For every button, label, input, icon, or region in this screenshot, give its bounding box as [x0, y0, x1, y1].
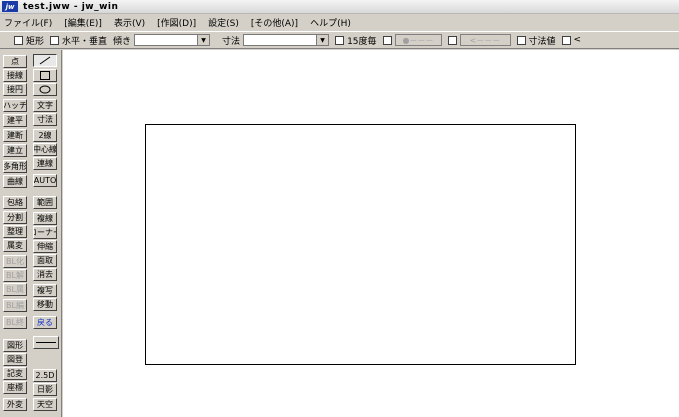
- angle-combo[interactable]: ▼: [134, 34, 211, 46]
- tool-external-change[interactable]: 外変: [3, 398, 27, 411]
- circle-icon: [39, 85, 51, 94]
- tool-copy[interactable]: 複写: [33, 284, 57, 297]
- chevron-down-icon[interactable]: ▼: [197, 35, 210, 45]
- tool-sky[interactable]: 天空: [33, 398, 57, 411]
- tool-divide[interactable]: 分割: [3, 211, 27, 224]
- slider1-checkbox[interactable]: [382, 35, 392, 45]
- tool-building-section[interactable]: 建断: [3, 129, 27, 142]
- tool-text[interactable]: 文字: [33, 99, 57, 112]
- tool-undo[interactable]: 戻る: [33, 316, 57, 329]
- tool-connect-line[interactable]: 連線: [33, 157, 57, 170]
- snap15-checkbox-box[interactable]: [335, 35, 345, 45]
- hv-checkbox[interactable]: 水平・垂直: [50, 34, 107, 47]
- slider2-checkbox[interactable]: [447, 35, 457, 45]
- title-bar: jw test.jww - jw_win: [0, 0, 679, 14]
- tool-bl-edit[interactable]: BL編: [3, 299, 27, 312]
- tool-bl-end[interactable]: BL終: [3, 316, 27, 329]
- tool-double-line[interactable]: 2線: [33, 129, 57, 142]
- dimval-checkbox[interactable]: 寸法値: [516, 34, 556, 47]
- tool-point[interactable]: 点: [3, 55, 27, 68]
- menu-edit[interactable]: [編集(E)]: [64, 16, 102, 29]
- dimval-checkbox-box[interactable]: [516, 35, 526, 45]
- tool-figure-register[interactable]: 図登: [3, 353, 27, 366]
- tool-cleanup[interactable]: 整理: [3, 225, 27, 238]
- menu-help[interactable]: ヘルプ(H): [310, 16, 351, 29]
- dimval-checkbox-label: 寸法値: [528, 36, 556, 47]
- tool-dimension[interactable]: 寸法: [33, 113, 57, 126]
- line-style-icon: [36, 342, 56, 343]
- drawing-canvas[interactable]: [63, 50, 679, 417]
- tool-circle[interactable]: [33, 83, 57, 96]
- tool-move[interactable]: 移動: [33, 298, 57, 311]
- tool-coordinate[interactable]: 座標: [3, 381, 27, 394]
- tool-bl-release[interactable]: BL解: [3, 269, 27, 282]
- tool-building-elevation[interactable]: 建立: [3, 144, 27, 157]
- tool-line[interactable]: [33, 54, 57, 67]
- line-toolbar: 矩形 水平・垂直 傾き ▼ 寸法 ▼ 15度毎 ●－－－ <－－－ 寸法値 <: [0, 31, 679, 49]
- tool-parallel-line[interactable]: 複線: [33, 212, 57, 225]
- tool-center-line[interactable]: 中心線: [33, 143, 57, 156]
- tool-symbol-change[interactable]: 記変: [3, 367, 27, 380]
- line-icon: [39, 56, 51, 65]
- tool-shadow[interactable]: 日影: [33, 383, 57, 396]
- tool-auto[interactable]: AUTO: [33, 174, 57, 187]
- tool-building-plan[interactable]: 建平: [3, 114, 27, 127]
- arrow-checkbox-box[interactable]: [561, 35, 571, 45]
- rect-checkbox-box[interactable]: [14, 35, 23, 45]
- tool-range[interactable]: 範囲: [33, 196, 57, 209]
- hv-checkbox-label: 水平・垂直: [62, 36, 108, 47]
- menu-file[interactable]: ファイル(F): [4, 16, 52, 29]
- rectangle-icon: [40, 71, 50, 80]
- arrow-checkbox-label: <: [573, 35, 582, 45]
- menu-settings[interactable]: 設定(S): [208, 16, 239, 29]
- tool-tangent-circle[interactable]: 接円: [3, 83, 27, 96]
- snap15-checkbox[interactable]: 15度毎: [335, 34, 377, 47]
- tool-erase[interactable]: 消去: [33, 268, 57, 281]
- rect-checkbox-label: 矩形: [26, 36, 45, 47]
- tool-polygon[interactable]: 多角形: [3, 160, 27, 173]
- tool-stretch[interactable]: 伸縮: [33, 240, 57, 253]
- tool-attr-change[interactable]: 属変: [3, 239, 27, 252]
- tool-2-5d[interactable]: 2.5D: [33, 369, 57, 382]
- dim-label: 寸法: [222, 36, 241, 47]
- snap15-checkbox-label: 15度毎: [347, 36, 377, 47]
- paper-frame: [145, 124, 576, 365]
- tool-corner[interactable]: コーナー: [33, 226, 57, 239]
- arrow-checkbox[interactable]: <: [561, 35, 582, 45]
- slider1-button[interactable]: ●－－－: [394, 34, 442, 46]
- tool-curve[interactable]: 曲線: [3, 175, 27, 188]
- chevron-down-icon[interactable]: ▼: [316, 35, 329, 45]
- tool-tangent[interactable]: 接線: [3, 69, 27, 82]
- hv-checkbox-box[interactable]: [50, 35, 60, 45]
- tool-hatch[interactable]: ハッチ: [3, 99, 27, 112]
- tool-chamfer[interactable]: 面取: [33, 254, 57, 267]
- window-title: test.jww - jw_win: [23, 1, 119, 12]
- tool-envelope[interactable]: 包絡: [3, 196, 27, 209]
- tool-sidebar: 点 接線 接円 ハッチ 建平 建断 建立 多角形 曲線 包絡 分割 整理 属変 …: [0, 50, 62, 417]
- rect-checkbox[interactable]: 矩形: [14, 34, 44, 47]
- tool-rectangle[interactable]: [33, 69, 57, 82]
- tool-figure[interactable]: 図形: [3, 339, 27, 352]
- tool-layer-line[interactable]: [33, 336, 59, 349]
- menu-bar: ファイル(F) [編集(E)] 表示(V) [作図(D)] 設定(S) [その他…: [0, 14, 679, 30]
- menu-view[interactable]: 表示(V): [114, 16, 145, 29]
- slider2-button[interactable]: <－－－: [459, 34, 511, 46]
- tool-bl-attr[interactable]: BL属: [3, 283, 27, 296]
- menu-other[interactable]: [その他(A)]: [251, 16, 298, 29]
- app-icon: jw: [2, 1, 18, 12]
- angle-label: 傾き: [113, 36, 132, 47]
- tool-bl-create[interactable]: BL化: [3, 255, 27, 268]
- menu-draw[interactable]: [作図(D)]: [157, 16, 196, 29]
- dim-combo[interactable]: ▼: [243, 34, 330, 46]
